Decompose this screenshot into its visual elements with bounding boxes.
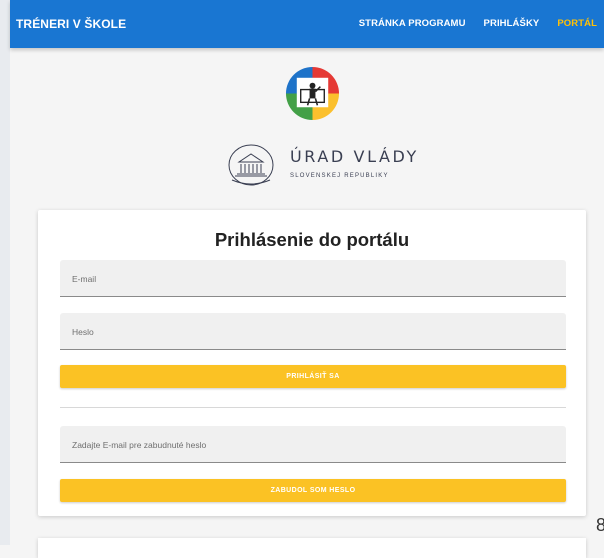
program-logo-icon bbox=[285, 66, 340, 121]
divider bbox=[60, 407, 566, 408]
login-card: Prihlásenie do portálu E-mail Heslo PRIH… bbox=[38, 210, 586, 516]
secondary-card bbox=[38, 538, 586, 558]
app-title[interactable]: TRÉNERI V ŠKOLE bbox=[16, 17, 126, 31]
login-title: Prihlásenie do portálu bbox=[214, 229, 410, 250]
nav-link-program[interactable]: STRÁNKA PROGRAMU bbox=[359, 18, 466, 29]
main-nav: STRÁNKA PROGRAMU PRIHLÁŠKY PORTÁL bbox=[359, 18, 597, 29]
sidebar-strip bbox=[0, 0, 10, 545]
email-label: E-mail bbox=[72, 274, 97, 284]
page-fragment: 8 bbox=[596, 515, 604, 535]
reset-email-field[interactable]: Zadajte E-mail pre zabudnuté heslo bbox=[60, 426, 566, 463]
government-name: ÚRAD VLÁDY bbox=[290, 147, 419, 166]
forgot-password-button[interactable]: ZABUDOL SOM HESLO bbox=[60, 479, 566, 502]
password-label: Heslo bbox=[72, 327, 94, 337]
email-field[interactable]: E-mail bbox=[60, 260, 566, 297]
reset-email-label: Zadajte E-mail pre zabudnuté heslo bbox=[72, 440, 207, 450]
nav-link-portal[interactable]: PORTÁL bbox=[557, 18, 597, 29]
government-subtitle: SLOVENSKEJ REPUBLIKY bbox=[290, 173, 389, 179]
nav-link-applications[interactable]: PRIHLÁŠKY bbox=[484, 18, 540, 29]
app-bar: TRÉNERI V ŠKOLE STRÁNKA PROGRAMU PRIHLÁŠ… bbox=[10, 0, 604, 48]
login-button[interactable]: PRIHLÁSIŤ SA bbox=[60, 365, 566, 388]
password-field[interactable]: Heslo bbox=[60, 313, 566, 350]
